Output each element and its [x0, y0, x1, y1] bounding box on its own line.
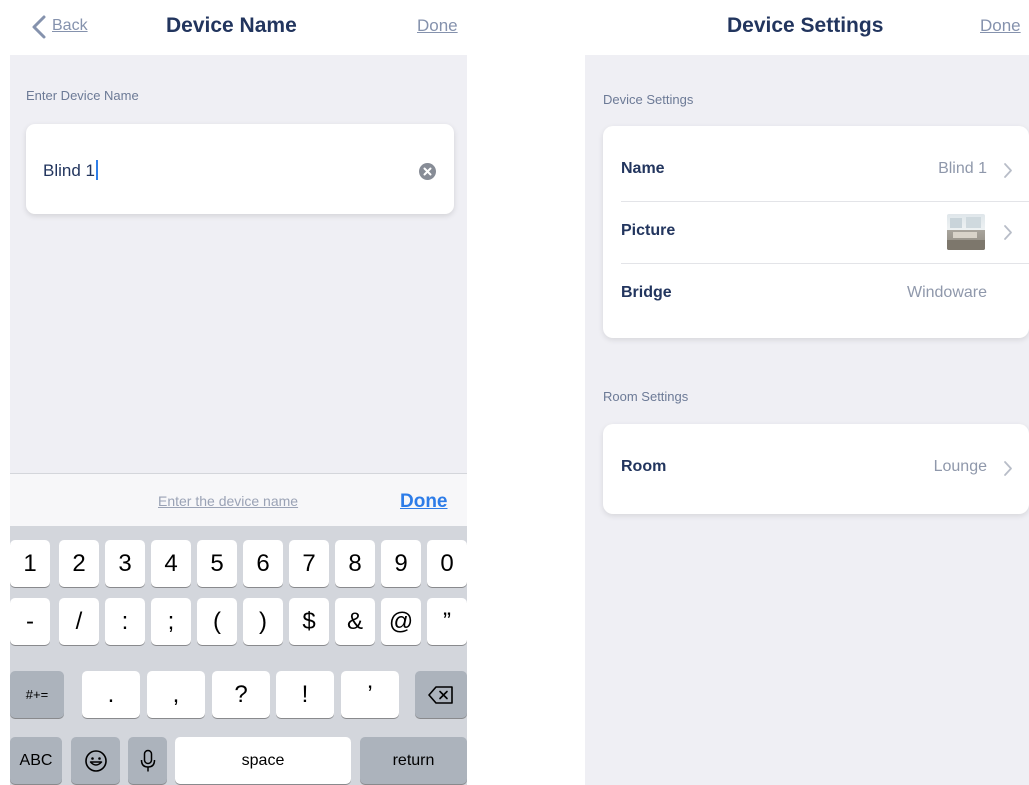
key-period[interactable]: . [82, 671, 140, 718]
content-area: Enter Device Name Blind 1 [10, 55, 467, 473]
done-button[interactable]: Done [417, 16, 458, 36]
section-label: Enter Device Name [26, 88, 139, 103]
delete-key[interactable] [415, 671, 467, 718]
return-key[interactable]: return [360, 737, 467, 784]
bridge-row-label: Bridge [621, 284, 672, 301]
picture-row[interactable]: Picture [603, 202, 1029, 264]
key-4[interactable]: 4 [151, 540, 191, 587]
microphone-icon [140, 749, 155, 771]
key-comma[interactable]: , [147, 671, 205, 718]
device-settings-screen: Device Settings Done Device Settings Nam… [585, 0, 1029, 785]
key-6[interactable]: 6 [243, 540, 283, 587]
name-row-value: Blind 1 [938, 160, 987, 177]
chevron-right-icon [1004, 163, 1012, 178]
device-settings-card: Name Blind 1 Picture Bridge Windoware [603, 126, 1029, 338]
key-ampersand[interactable]: & [335, 598, 375, 645]
key-0[interactable]: 0 [427, 540, 467, 587]
key-slash[interactable]: / [59, 598, 99, 645]
key-at[interactable]: @ [381, 598, 421, 645]
navigation-bar: Device Settings Done [585, 0, 1029, 55]
name-row[interactable]: Name Blind 1 [603, 140, 1029, 202]
bridge-row: Bridge Windoware [603, 264, 1029, 326]
bridge-row-value: Windoware [906, 284, 987, 301]
clear-circle-x-icon[interactable] [419, 163, 436, 180]
room-settings-section-label: Room Settings [603, 389, 689, 404]
keyboard: 1 2 3 4 5 6 7 8 9 0 - / : ; ( ) $ & @ ” … [10, 526, 467, 785]
key-3[interactable]: 3 [105, 540, 145, 587]
key-apostrophe[interactable]: ’ [341, 671, 399, 718]
key-question[interactable]: ? [212, 671, 270, 718]
device-name-input[interactable]: Blind 1 [43, 160, 98, 181]
picture-row-label: Picture [621, 222, 676, 239]
key-exclamation[interactable]: ! [276, 671, 334, 718]
chevron-right-icon [1004, 225, 1012, 240]
key-dollar[interactable]: $ [289, 598, 329, 645]
key-8[interactable]: 8 [335, 540, 375, 587]
name-row-label: Name [621, 160, 665, 177]
room-row[interactable]: Room Lounge [603, 438, 1029, 500]
delete-backspace-icon [428, 685, 453, 704]
page-title: Device Settings [727, 14, 884, 37]
key-colon[interactable]: : [105, 598, 145, 645]
room-row-label: Room [621, 458, 667, 475]
symbols-toggle-key[interactable]: #+= [10, 671, 64, 718]
emoji-key[interactable] [71, 737, 120, 784]
key-2[interactable]: 2 [59, 540, 99, 587]
accessory-hint: Enter the device name [158, 493, 299, 509]
key-semicolon[interactable]: ; [151, 598, 191, 645]
key-quote[interactable]: ” [427, 598, 467, 645]
device-name-field[interactable]: Blind 1 [26, 124, 454, 214]
chevron-left-icon[interactable] [30, 14, 54, 40]
device-name-text: Blind 1 [43, 161, 95, 180]
keyboard-done-button[interactable]: Done [400, 491, 448, 513]
key-7[interactable]: 7 [289, 540, 329, 587]
room-row-value: Lounge [933, 458, 987, 475]
key-5[interactable]: 5 [197, 540, 237, 587]
key-close-paren[interactable]: ) [243, 598, 283, 645]
navigation-bar: Back Device Name Done [10, 0, 467, 55]
key-1[interactable]: 1 [10, 540, 50, 587]
emoji-face-icon [84, 749, 107, 772]
keyboard-accessory-bar: Enter the device name Done [10, 473, 467, 526]
text-cursor [95, 160, 98, 180]
page-title: Device Name [166, 14, 297, 37]
content-area: Device Settings Name Blind 1 Picture Bri… [585, 55, 1029, 785]
key-9[interactable]: 9 [381, 540, 421, 587]
device-settings-section-label: Device Settings [603, 92, 694, 107]
key-open-paren[interactable]: ( [197, 598, 237, 645]
back-button[interactable]: Back [52, 17, 88, 35]
key-hyphen[interactable]: - [10, 598, 50, 645]
room-picture-thumbnail [947, 214, 985, 250]
chevron-right-icon [1004, 461, 1012, 476]
done-button[interactable]: Done [980, 16, 1021, 36]
device-name-screen: Back Device Name Done Enter Device Name … [10, 0, 467, 785]
abc-key[interactable]: ABC [10, 737, 62, 784]
space-key[interactable]: space [175, 737, 351, 784]
dictation-key[interactable] [128, 737, 167, 784]
room-settings-card: Room Lounge [603, 424, 1029, 514]
